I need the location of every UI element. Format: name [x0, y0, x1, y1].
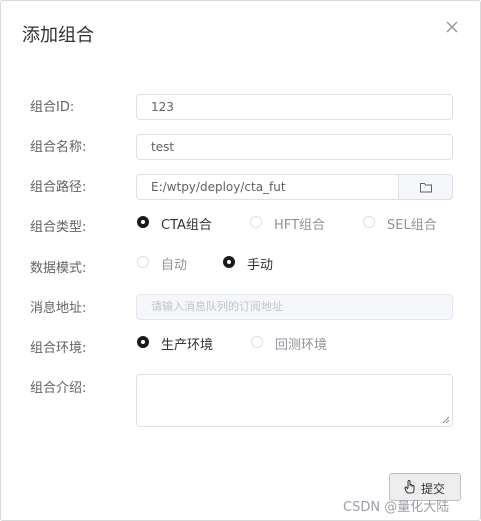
radio-dot [137, 216, 149, 228]
type-label: 组合类型: [30, 220, 87, 235]
env-label: 组合环境: [30, 341, 87, 356]
msg-addr-label: 消息地址: [30, 301, 87, 316]
submit-label: 提交 [421, 482, 446, 496]
path-input[interactable]: E:/wtpy/deploy/cta_fut [136, 174, 399, 200]
name-input-value: test [151, 140, 175, 154]
path-label: 组合路径: [30, 180, 87, 195]
radio-dot [251, 336, 263, 348]
name-input[interactable]: test [136, 134, 453, 160]
msg-addr-placeholder: 请输入消息队列的订阅地址 [151, 300, 283, 313]
folder-icon [420, 183, 432, 193]
dialog-title: 添加组合 [22, 25, 94, 46]
radio-dot [223, 256, 235, 268]
radio-dot [137, 336, 149, 348]
mode-label: 数据模式: [30, 261, 87, 276]
type-option-sel-label: SEL组合 [387, 218, 437, 233]
msg-addr-input: 请输入消息队列的订阅地址 [136, 294, 453, 320]
watermark: CSDN @量化大陆 [343, 500, 450, 515]
browse-folder-button[interactable] [398, 174, 453, 200]
name-label: 组合名称: [30, 140, 87, 155]
env-option-production-label: 生产环境 [161, 338, 214, 353]
mode-option-manual-label: 手动 [247, 258, 274, 273]
radio-dot [250, 216, 262, 228]
radio-dot [137, 256, 149, 268]
id-input-value: 123 [151, 100, 174, 114]
hand-pointer-icon [404, 480, 415, 494]
desc-label: 组合介绍: [30, 381, 87, 396]
id-label: 组合ID: [30, 100, 75, 115]
path-input-value: E:/wtpy/deploy/cta_fut [151, 180, 286, 194]
mode-option-auto-label: 自动 [161, 258, 188, 273]
env-option-backtest-label: 回测环境 [275, 338, 328, 353]
resize-handle-icon[interactable] [442, 416, 450, 424]
type-option-hft-label: HFT组合 [274, 218, 325, 233]
close-icon[interactable] [444, 19, 460, 35]
radio-dot [363, 216, 375, 228]
desc-textarea[interactable] [136, 374, 453, 427]
type-option-cta-label: CTA组合 [161, 218, 212, 233]
id-input[interactable]: 123 [136, 94, 453, 120]
add-portfolio-dialog: 添加组合 组合ID: 123 组合名称: test 组合路径: E:/wtpy/… [0, 0, 481, 521]
